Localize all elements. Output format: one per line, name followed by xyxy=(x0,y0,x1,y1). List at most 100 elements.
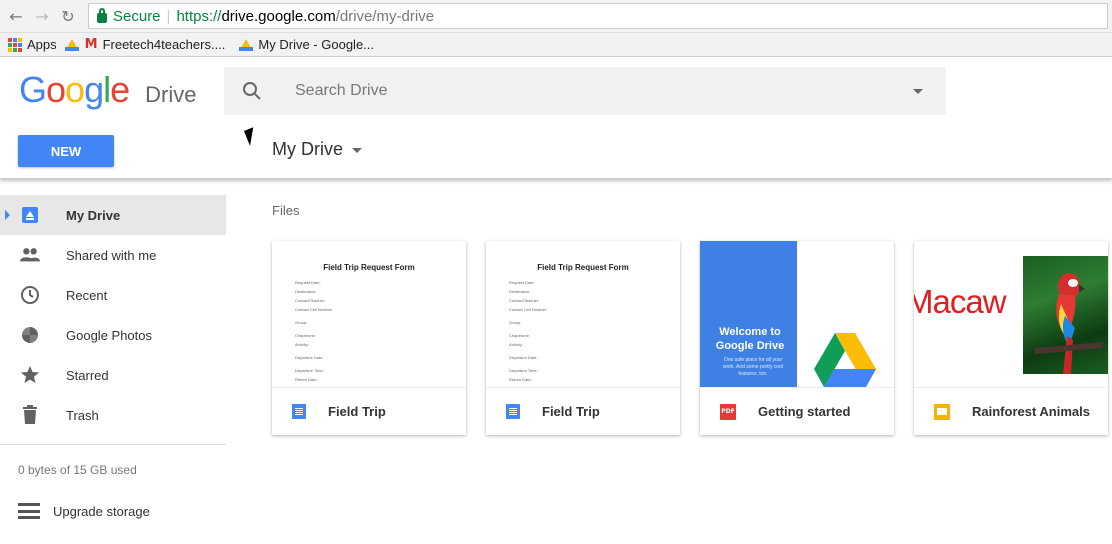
new-button[interactable]: NEW xyxy=(18,135,114,167)
sidebar-item-label: My Drive xyxy=(66,207,121,223)
file-thumbnail: Field Trip Request Form Request Date: Des… xyxy=(486,241,680,387)
sidebar-item-label: Google Photos xyxy=(66,327,153,343)
bookmark-my-drive[interactable]: My Drive - Google... xyxy=(239,37,374,52)
lock-icon xyxy=(97,8,107,23)
sidebar-item-google-photos[interactable]: Google Photos xyxy=(0,315,226,355)
bookmark-drive[interactable] xyxy=(64,38,79,51)
thumbnail-title: Macaw xyxy=(914,283,1007,320)
sidebar-item-trash[interactable]: Trash xyxy=(0,395,226,435)
macaw-photo xyxy=(1023,256,1108,374)
file-name: Field Trip xyxy=(542,404,600,419)
drive-icon xyxy=(20,205,40,225)
drive-bookmark-icon xyxy=(239,38,254,51)
thumbnail-line: Activity: xyxy=(509,342,523,347)
bookmark-apps[interactable]: Apps xyxy=(8,37,57,52)
my-drive-menu[interactable]: My Drive xyxy=(272,139,362,160)
file-card[interactable]: Welcome to Google Drive One safe place f… xyxy=(700,241,894,435)
file-name: Field Trip xyxy=(328,404,386,419)
sidebar: My Drive Shared with me Recent Google Ph… xyxy=(0,179,226,543)
thumbnail-title: Welcome to Google Drive xyxy=(715,326,785,352)
file-card[interactable]: Field Trip Request Form Request Date: Des… xyxy=(272,241,466,435)
sidebar-item-shared-with-me[interactable]: Shared with me xyxy=(0,235,226,275)
bookmark-label: Freetech4teachers.... xyxy=(102,37,226,52)
thumbnail-line: Departure Date: xyxy=(295,355,324,360)
upgrade-storage-label: Upgrade storage xyxy=(53,503,150,519)
clock-icon xyxy=(20,285,40,305)
thumbnail-line: Chaperone: xyxy=(295,333,316,338)
thumbnail-title: Field Trip Request Form xyxy=(537,263,629,272)
search-bar[interactable] xyxy=(224,67,946,115)
product-name: Drive xyxy=(145,82,197,107)
reload-button[interactable]: ↻ xyxy=(58,6,78,26)
sidebar-item-recent[interactable]: Recent xyxy=(0,275,226,315)
file-card-footer: Field Trip xyxy=(272,387,466,435)
file-grid: Field Trip Request Form Request Date: Des… xyxy=(272,241,1108,435)
address-bar[interactable]: Secure | https://drive.google.com/drive/… xyxy=(88,3,1108,29)
star-icon xyxy=(20,365,40,385)
thumbnail-line: Departure Date: xyxy=(509,355,538,360)
thumbnail-line: Activity: xyxy=(295,342,309,347)
thumbnail-line: Request Date: xyxy=(509,280,535,285)
bookmark-label: Apps xyxy=(27,37,57,52)
thumbnail-line: Group: xyxy=(509,320,522,325)
thumbnail-line: Destination: xyxy=(509,289,531,294)
drive-header: Google Drive NEW My Drive xyxy=(0,57,1112,179)
thumbnail-line: Return Date: xyxy=(295,377,318,382)
thumbnail-line: Group: xyxy=(295,320,308,325)
file-thumbnail: Macaw xyxy=(914,241,1108,387)
thumbnail-lines: Request Date: Destination: Contact/Teacher… xyxy=(272,278,466,387)
expand-arrow-icon[interactable] xyxy=(5,210,10,220)
pinwheel-icon xyxy=(20,325,40,345)
forward-button[interactable]: → xyxy=(32,6,52,26)
apps-grid-icon xyxy=(8,37,22,52)
sidebar-item-starred[interactable]: Starred xyxy=(0,355,226,395)
browser-toolbar: ← → ↻ Secure | https://drive.google.com /… xyxy=(0,0,1112,33)
file-card-footer: Field Trip xyxy=(486,387,680,435)
people-icon xyxy=(20,245,40,265)
thumbnail-line: Request Date: xyxy=(295,280,321,285)
file-name: Getting started xyxy=(758,404,851,419)
bookmark-label: My Drive - Google... xyxy=(258,37,375,52)
pdf-icon: PDF xyxy=(720,403,736,420)
search-icon[interactable] xyxy=(243,82,261,100)
url-separator: | xyxy=(166,7,171,25)
google-slides-icon xyxy=(934,403,950,420)
google-docs-icon xyxy=(506,404,520,419)
bookmarks-bar: Apps M Freetech4teachers.... My Drive - … xyxy=(0,33,1112,57)
files-section-label: Files xyxy=(272,203,300,218)
gmail-icon: M xyxy=(84,37,98,52)
file-card[interactable]: Macaw Rainforest Animals xyxy=(914,241,1108,435)
file-card[interactable]: Field Trip Request Form Request Date: Des… xyxy=(486,241,680,435)
thumbnail-line: Contact Cell Number: xyxy=(295,307,334,312)
sidebar-item-label: Trash xyxy=(66,407,99,423)
chevron-down-icon xyxy=(352,148,362,153)
thumbnail-subtitle: One safe place for all your work. And so… xyxy=(722,357,784,377)
storage-icon xyxy=(18,503,40,519)
sidebar-item-label: Starred xyxy=(66,367,109,383)
storage-quota: 0 bytes of 15 GB used xyxy=(18,463,137,477)
search-input[interactable] xyxy=(295,82,855,100)
google-drive-logo-icon xyxy=(814,333,876,387)
trash-icon xyxy=(20,405,40,425)
bookmark-gmail[interactable]: M Freetech4teachers.... xyxy=(85,37,226,52)
sidebar-item-label: Recent xyxy=(66,287,108,303)
search-options-caret-icon[interactable] xyxy=(913,89,923,94)
sidebar-divider xyxy=(0,444,226,445)
file-card-footer: Rainforest Animals xyxy=(914,387,1108,435)
back-button[interactable]: ← xyxy=(6,6,26,26)
file-thumbnail: Welcome to Google Drive One safe place f… xyxy=(700,241,894,387)
thumbnail-lines: Request Date: Destination: Contact/Teacher… xyxy=(486,278,680,387)
google-drive-logo[interactable]: Google Drive xyxy=(19,69,196,111)
thumbnail-line: Departure Time: xyxy=(509,368,538,373)
thumbnail-line: Destination: xyxy=(295,289,317,294)
mouse-cursor-icon xyxy=(244,127,260,146)
url-scheme: https:// xyxy=(176,7,222,25)
thumbnail-line: Contact Cell Number: xyxy=(509,307,548,312)
thumbnail-line: Contact/Teacher: xyxy=(295,298,326,303)
upgrade-storage-link[interactable]: Upgrade storage xyxy=(0,503,226,519)
file-card-footer: PDF Getting started xyxy=(700,387,894,435)
page-title: My Drive xyxy=(272,139,343,159)
sidebar-item-my-drive[interactable]: My Drive xyxy=(0,195,226,235)
google-logo: Google xyxy=(19,69,130,110)
url-path: /drive/my-drive xyxy=(335,7,435,25)
